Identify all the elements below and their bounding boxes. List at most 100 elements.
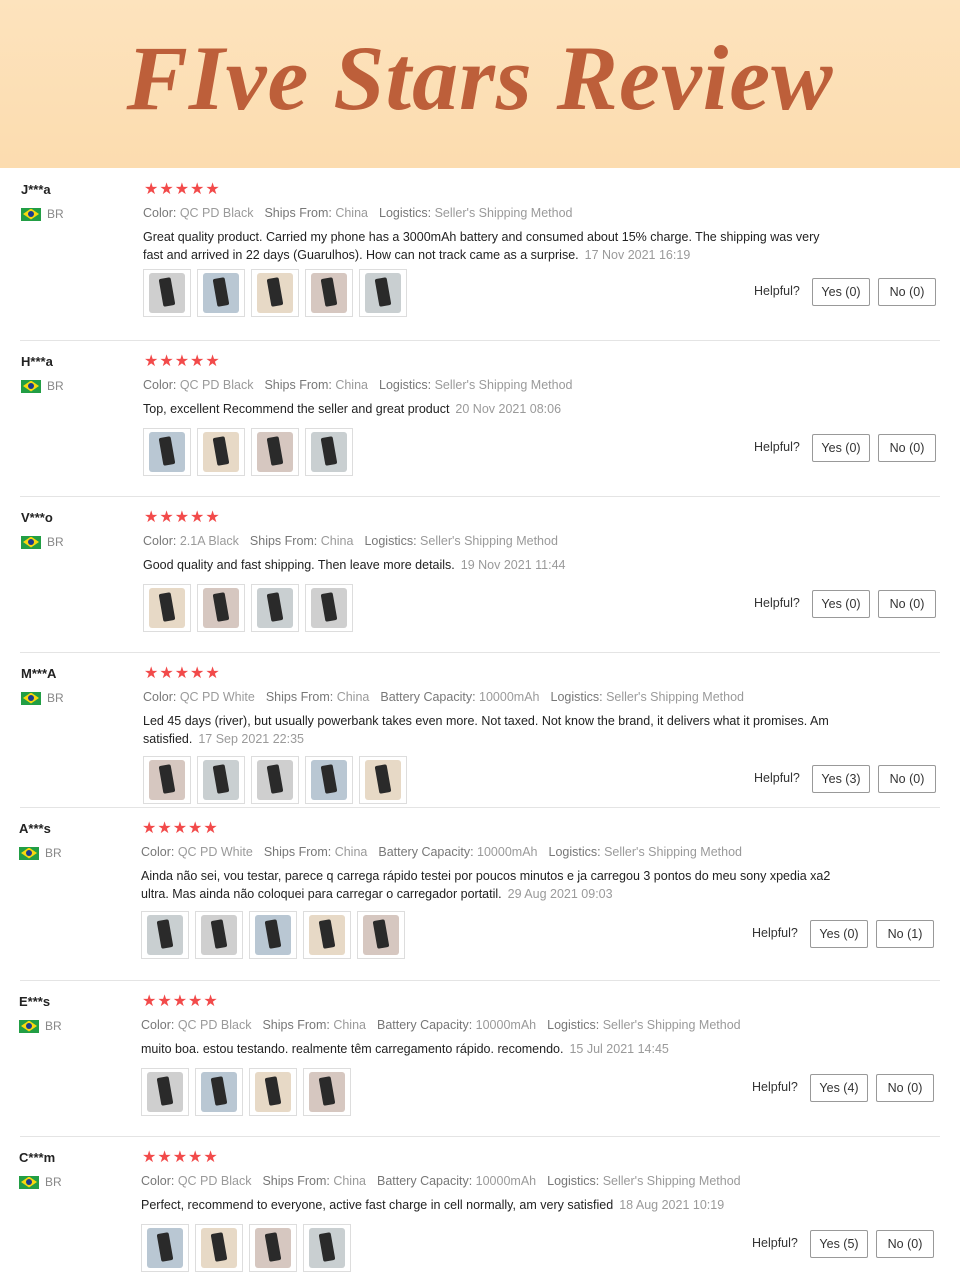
review-photo-thumbnail[interactable] bbox=[143, 756, 191, 804]
review-photo-thumbnail[interactable] bbox=[305, 428, 353, 476]
helpful-yes-button[interactable]: Yes (0) bbox=[810, 920, 868, 948]
review-body: Great quality product. Carried my phone … bbox=[143, 230, 820, 262]
attribute-label: Logistics: bbox=[550, 690, 607, 704]
review-body: Good quality and fast shipping. Then lea… bbox=[143, 558, 455, 572]
review-photo-thumbnail[interactable] bbox=[359, 756, 407, 804]
attribute-label: Color: bbox=[141, 1018, 178, 1032]
review-photo-thumbnail[interactable] bbox=[305, 756, 353, 804]
attribute-label: Logistics: bbox=[364, 534, 421, 548]
review-item: J***a BR ★★★★★ Color: QC PD Black Ships From… bbox=[0, 168, 960, 340]
star-rating: ★★★★★ bbox=[142, 1149, 219, 1166]
attribute-pair: Color: QC PD White bbox=[143, 690, 255, 704]
review-photo-thumbnail[interactable] bbox=[197, 269, 245, 317]
review-text: Led 45 days (river), but usually powerba… bbox=[143, 713, 833, 748]
review-text: muito boa. estou testando. realmente têm… bbox=[141, 1041, 831, 1059]
attribute-value: Seller's Shipping Method bbox=[420, 534, 558, 548]
banner: FIve Stars Review bbox=[0, 0, 960, 168]
attribute-pair: Ships From: China bbox=[266, 690, 370, 704]
review-photo-thumbnail[interactable] bbox=[305, 269, 353, 317]
review-photo-thumbnail[interactable] bbox=[305, 584, 353, 632]
review-item: V***o BR ★★★★★ Color: 2.1A Black Ships From:… bbox=[0, 496, 960, 652]
review-photo-thumbnail[interactable] bbox=[251, 756, 299, 804]
review-photo-thumbnail[interactable] bbox=[195, 911, 243, 959]
review-photo-thumbnail[interactable] bbox=[195, 1068, 243, 1116]
attribute-value: China bbox=[335, 206, 368, 220]
review-photo-thumbnail[interactable] bbox=[359, 269, 407, 317]
attribute-label: Color: bbox=[143, 206, 180, 220]
helpful-no-button[interactable]: No (0) bbox=[878, 434, 936, 462]
helpful-no-button[interactable]: No (0) bbox=[878, 278, 936, 306]
attribute-label: Battery Capacity: bbox=[378, 845, 478, 859]
country-code: BR bbox=[47, 691, 64, 705]
review-photo-thumbnail[interactable] bbox=[197, 428, 245, 476]
review-date: 29 Aug 2021 09:03 bbox=[507, 886, 613, 901]
helpful-no-button[interactable]: No (0) bbox=[876, 1074, 934, 1102]
review-photo-thumbnail[interactable] bbox=[141, 1224, 189, 1272]
review-item: A***s BR ★★★★★ Color: QC PD White Ships From… bbox=[0, 807, 958, 980]
review-photo-thumbnail[interactable] bbox=[357, 911, 405, 959]
helpful-no-button[interactable]: No (0) bbox=[878, 590, 936, 618]
brazil-flag-icon bbox=[19, 1019, 39, 1033]
review-photo-thumbnail[interactable] bbox=[197, 756, 245, 804]
review-photo-thumbnail[interactable] bbox=[251, 584, 299, 632]
review-photo-thumbnail[interactable] bbox=[249, 1224, 297, 1272]
helpful-no-button[interactable]: No (1) bbox=[876, 920, 934, 948]
review-photo-thumbnail[interactable] bbox=[249, 1068, 297, 1116]
attribute-value: China bbox=[336, 690, 370, 704]
attribute-value: QC PD White bbox=[177, 845, 253, 859]
review-photo-thumbnail[interactable] bbox=[197, 584, 245, 632]
helpful-yes-button[interactable]: Yes (5) bbox=[810, 1230, 868, 1258]
reviewer-country: BR bbox=[21, 535, 64, 549]
review-photos bbox=[141, 1224, 351, 1272]
review-text: Good quality and fast shipping. Then lea… bbox=[143, 557, 833, 575]
helpful-yes-button[interactable]: Yes (0) bbox=[812, 590, 870, 618]
helpful-no-button[interactable]: No (0) bbox=[878, 765, 936, 793]
attribute-value: Seller's Shipping Method bbox=[434, 206, 573, 220]
attribute-pair: Ships From: China bbox=[262, 1174, 366, 1188]
review-photo-thumbnail[interactable] bbox=[143, 428, 191, 476]
attribute-value: 10000mAh bbox=[475, 1174, 537, 1188]
star-rating: ★★★★★ bbox=[144, 665, 221, 682]
attribute-label: Color: bbox=[141, 1174, 178, 1188]
review-photo-thumbnail[interactable] bbox=[249, 911, 297, 959]
helpful-yes-button[interactable]: Yes (0) bbox=[812, 434, 870, 462]
product-attributes: Color: 2.1A Black Ships From: China Logist… bbox=[143, 534, 569, 548]
review-photos bbox=[141, 1068, 351, 1116]
review-photo-thumbnail[interactable] bbox=[141, 1068, 189, 1116]
product-attributes: Color: QC PD Black Ships From: China Logis… bbox=[143, 378, 583, 392]
reviewer-name: J***a bbox=[21, 182, 51, 197]
product-attributes: Color: QC PD Black Ships From: China Batte… bbox=[141, 1174, 752, 1188]
attribute-value: China bbox=[333, 1174, 366, 1188]
helpful-label: Helpful? bbox=[754, 440, 800, 454]
helpful-yes-button[interactable]: Yes (0) bbox=[812, 278, 870, 306]
reviewer-name: M***A bbox=[21, 666, 57, 681]
attribute-label: Ships From: bbox=[262, 1174, 334, 1188]
review-photo-thumbnail[interactable] bbox=[143, 269, 191, 317]
attribute-label: Ships From: bbox=[264, 378, 336, 392]
attribute-value: QC PD White bbox=[179, 690, 255, 704]
helpful-no-button[interactable]: No (0) bbox=[876, 1230, 934, 1258]
review-photo-thumbnail[interactable] bbox=[303, 1068, 351, 1116]
review-photos bbox=[143, 756, 407, 804]
review-photo-thumbnail[interactable] bbox=[143, 584, 191, 632]
review-photo-thumbnail[interactable] bbox=[303, 1224, 351, 1272]
review-photo-thumbnail[interactable] bbox=[251, 428, 299, 476]
attribute-value: QC PD Black bbox=[177, 1174, 252, 1188]
helpful-yes-button[interactable]: Yes (3) bbox=[812, 765, 870, 793]
country-code: BR bbox=[47, 379, 64, 393]
star-rating: ★★★★★ bbox=[144, 181, 221, 198]
product-attributes: Color: QC PD Black Ships From: China Logis… bbox=[143, 206, 583, 220]
review-photo-thumbnail[interactable] bbox=[303, 911, 351, 959]
attribute-value: 10000mAh bbox=[479, 690, 540, 704]
attribute-label: Logistics: bbox=[548, 845, 605, 859]
attribute-label: Battery Capacity: bbox=[380, 690, 480, 704]
attribute-label: Logistics: bbox=[379, 206, 435, 220]
helpful-yes-button[interactable]: Yes (4) bbox=[810, 1074, 868, 1102]
review-photo-thumbnail[interactable] bbox=[141, 911, 189, 959]
review-photo-thumbnail[interactable] bbox=[195, 1224, 243, 1272]
attribute-value: Seller's Shipping Method bbox=[602, 1174, 741, 1188]
country-code: BR bbox=[45, 1175, 62, 1189]
attribute-pair: Color: QC PD White bbox=[141, 845, 253, 859]
attribute-value: Seller's Shipping Method bbox=[434, 378, 573, 392]
review-photo-thumbnail[interactable] bbox=[251, 269, 299, 317]
